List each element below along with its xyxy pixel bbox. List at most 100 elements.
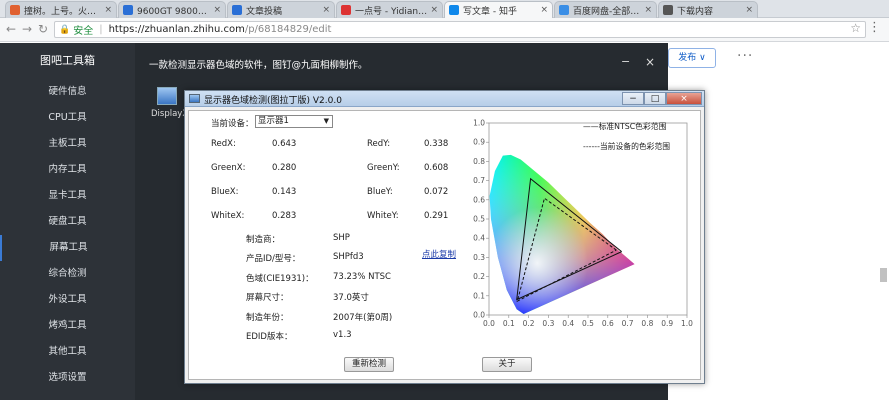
scrollbar-thumb[interactable] — [880, 268, 887, 282]
info-value: 73.23% NTSC — [333, 271, 391, 282]
info-value: 37.0英寸 — [333, 293, 369, 304]
star-icon[interactable]: ☆ — [850, 21, 861, 35]
sidebar-item[interactable]: 烤鸡工具 — [0, 313, 135, 339]
tab-close-icon[interactable]: × — [322, 5, 330, 15]
reading-label: RedY: — [367, 139, 391, 149]
sidebar-item[interactable]: 硬盘工具 — [0, 209, 135, 235]
browser-tab[interactable]: 文章投稿 × — [227, 1, 335, 18]
cie-chart: 0.0 0.1 0.2 0.3 0.4 0.5 0.6 0.7 0.8 0.9 1.0 0.0 0.1 0… — [473, 119, 693, 329]
back-arrow-icon[interactable]: ← — [4, 22, 18, 36]
more-icon[interactable]: ··· — [737, 48, 753, 64]
secure-label: 安全 — [73, 26, 94, 37]
device-select[interactable]: 显示器1 ▼ — [255, 115, 333, 128]
lock-icon: 🔒 — [59, 24, 71, 35]
reading-label: BlueX: — [211, 187, 239, 197]
tab-close-icon[interactable]: × — [430, 5, 438, 15]
close-button[interactable]: × — [666, 92, 702, 105]
tab-close-icon[interactable]: × — [644, 5, 652, 15]
kebab-menu-icon[interactable]: ⋮ — [868, 20, 881, 35]
favicon-icon — [341, 5, 351, 15]
x-tick-label: 0.7 — [622, 319, 634, 328]
reading-label: GreenX: — [211, 163, 246, 173]
browser-tab[interactable]: 9600GT 9800核心...× — [118, 1, 226, 18]
reload-icon[interactable]: ↻ — [36, 22, 50, 36]
spectral-locus-white — [489, 154, 635, 315]
y-tick-label: 0.2 — [473, 272, 485, 281]
browser-tab[interactable]: 写文章 - 知乎 × — [444, 1, 553, 18]
sidebar-item[interactable]: 外设工具 — [0, 287, 135, 313]
favicon-icon — [663, 5, 673, 15]
sidebar-item[interactable]: 其他工具 — [0, 339, 135, 365]
info-value: SHPfd3 — [333, 252, 364, 263]
chevron-down-icon: ∨ — [699, 53, 706, 63]
y-tick-label: 0.8 — [473, 157, 485, 166]
dialog-body: 当前设备： 显示器1 ▼ RedX: 0.643 RedY: 0.338 GreenX:… — [188, 110, 701, 380]
redetect-button[interactable]: 重新检测 — [344, 357, 394, 372]
reading-value: 0.608 — [424, 163, 449, 173]
sidebar-item[interactable]: 显卡工具 — [0, 183, 135, 209]
sidebar-item[interactable]: 硬件信息 — [0, 79, 135, 105]
y-tick-label: 1.0 — [473, 119, 485, 128]
forward-arrow-icon[interactable]: → — [20, 22, 34, 36]
minimize-icon[interactable]: − — [621, 55, 630, 68]
tab-title: 撞树。上号。火行... — [24, 6, 102, 17]
y-tick-label: 0.5 — [473, 215, 485, 224]
reading-value: 0.283 — [272, 211, 297, 221]
app-label[interactable]: DisplayX — [151, 109, 188, 119]
sidebar-item[interactable]: 主板工具 — [0, 131, 135, 157]
minimize-button[interactable]: − — [622, 92, 644, 105]
sidebar-item[interactable]: 内存工具 — [0, 157, 135, 183]
about-button[interactable]: 关于 — [482, 357, 532, 372]
reading-label: GreenY: — [367, 163, 400, 173]
sidebar-item[interactable]: 综合检测 — [0, 261, 135, 287]
tab-close-icon[interactable]: × — [213, 5, 221, 15]
browser-tab[interactable]: 百度网盘-全部文件 × — [554, 1, 657, 18]
reading-value: 0.143 — [272, 187, 297, 197]
info-label: 屏幕尺寸： — [246, 293, 289, 304]
tab-title: 文章投稿 — [246, 6, 283, 17]
sidebar-item[interactable]: 选项设置 — [0, 365, 135, 391]
x-tick-label: 0.8 — [641, 319, 653, 328]
browser-tab[interactable]: 一点号 - Yidianzix...× — [336, 1, 443, 18]
sidebar-item[interactable]: 屏幕工具 — [0, 235, 135, 261]
y-tick-label: 0.3 — [473, 253, 485, 262]
device-label: 当前设备： — [211, 119, 254, 129]
dialog-titlebar[interactable]: 显示器色域检测(图拉丁版) V2.0.0 − □ × — [185, 91, 704, 107]
browser-tab[interactable]: 撞树。上号。火行... × — [5, 1, 117, 18]
chevron-down-icon: ▼ — [323, 117, 329, 125]
tab-close-icon[interactable]: × — [745, 5, 753, 15]
x-tick-label: 0.9 — [661, 319, 673, 328]
x-tick-label: 0.2 — [523, 319, 535, 328]
y-tick-label: 0.4 — [473, 234, 485, 243]
reading-value: 0.291 — [424, 211, 449, 221]
tab-close-icon[interactable]: × — [540, 5, 548, 15]
favicon-icon — [10, 5, 20, 15]
reading-value: 0.338 — [424, 139, 449, 149]
reading-value: 0.643 — [272, 139, 297, 149]
x-tick-label: 0.0 — [483, 319, 495, 328]
sidebar-item[interactable]: CPU工具 — [0, 105, 135, 131]
favicon-icon — [232, 5, 242, 15]
device-select-value: 显示器1 — [258, 116, 289, 126]
copy-link[interactable]: 点此复制 — [422, 248, 456, 260]
x-tick-label: 0.1 — [503, 319, 515, 328]
reading-label: WhiteY: — [367, 211, 399, 221]
publish-label: 发布 — [678, 53, 697, 63]
toolbox-sidebar: 图吧工具箱 硬件信息 CPU工具 主板工具 内存工具 显卡工具 硬盘工具 屏幕工具 综合检测外… — [0, 43, 135, 400]
info-value: SHP — [333, 233, 350, 243]
monitor-icon[interactable] — [157, 87, 177, 105]
close-icon[interactable]: × — [645, 55, 655, 69]
dialog-title: 显示器色域检测(图拉丁版) V2.0.0 — [204, 96, 342, 106]
info-label: 色域(CIE1931)： — [246, 273, 314, 284]
legend-entry: ——标准NTSC色彩范围 — [583, 121, 667, 131]
url-input[interactable]: 🔒 安全 | https://zhuanlan.zhihu.com /p/681… — [54, 21, 866, 38]
maximize-button[interactable]: □ — [644, 92, 666, 105]
tab-close-icon[interactable]: × — [104, 5, 112, 15]
x-tick-label: 1.0 — [681, 319, 693, 328]
browser-tab[interactable]: 下载内容 × — [658, 1, 758, 18]
x-tick-label: 0.4 — [562, 319, 574, 328]
publish-button[interactable]: 发布 ∨ — [668, 48, 716, 68]
x-tick-label: 0.5 — [582, 319, 594, 328]
info-label: 产品ID/型号： — [246, 254, 301, 265]
favicon-icon — [559, 5, 569, 15]
